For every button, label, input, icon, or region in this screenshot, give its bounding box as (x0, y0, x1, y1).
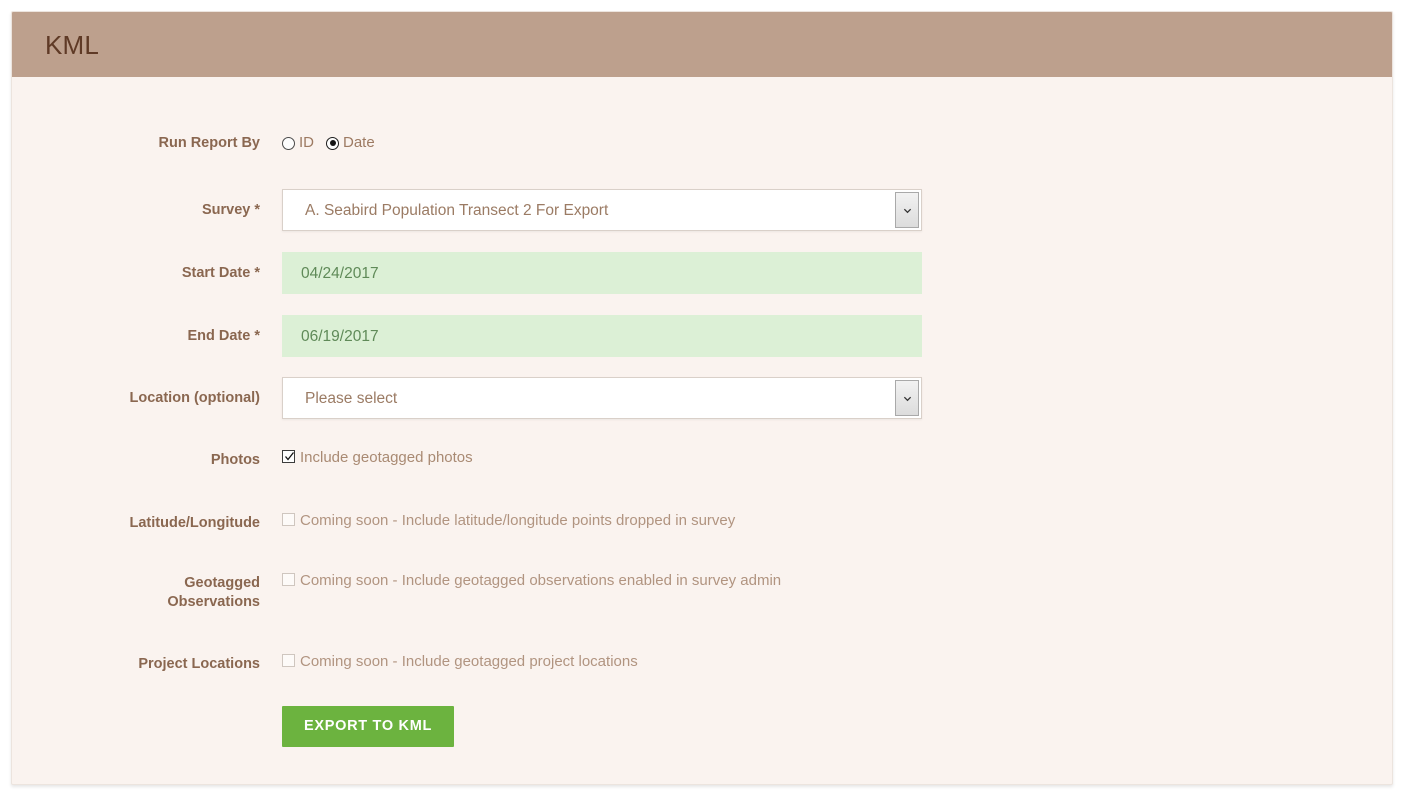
checkmark-icon (285, 452, 295, 461)
geotagged-observations-checkbox-input[interactable] (282, 573, 295, 586)
location-select-value: Please select (305, 390, 398, 407)
survey-select-toggle[interactable] (895, 192, 919, 228)
project-locations-checkbox-label: Coming soon - Include geotagged project … (300, 653, 638, 670)
project-locations-checkbox-row[interactable]: Coming soon - Include geotagged project … (282, 652, 638, 672)
lat-long-checkbox-row[interactable]: Coming soon - Include latitude/longitude… (282, 511, 735, 531)
kml-export-panel: KML Run Report By ID Date Survey * A. Se… (11, 11, 1393, 785)
radio-id-label: ID (299, 134, 314, 151)
chevron-down-icon (903, 208, 911, 213)
panel-header: KML (12, 12, 1392, 77)
geotagged-observations-label: Geotagged Observations (12, 574, 260, 612)
lat-long-label: Latitude/Longitude (129, 515, 260, 531)
location-label: Location (optional) (129, 390, 260, 406)
photos-checkbox-input[interactable] (282, 450, 295, 463)
export-to-kml-button[interactable]: EXPORT TO KML (282, 706, 455, 747)
photos-checkbox-row[interactable]: Include geotagged photos (282, 448, 473, 468)
chevron-down-icon (903, 396, 911, 401)
run-report-by-radio-group: ID Date (282, 132, 387, 154)
radio-option-id[interactable]: ID (282, 134, 314, 152)
photos-label: Photos (210, 452, 260, 468)
survey-select[interactable]: A. Seabird Population Transect 2 For Exp… (282, 189, 922, 231)
geotagged-observations-checkbox-label: Coming soon - Include geotagged observat… (300, 572, 782, 589)
radio-id-input[interactable] (282, 136, 295, 150)
photos-checkbox-label: Include geotagged photos (300, 449, 473, 466)
end-date-label: End Date * (187, 328, 260, 344)
location-select[interactable]: Please select (282, 377, 922, 419)
end-date-input[interactable]: 06/19/2017 (282, 315, 922, 357)
radio-date-input[interactable] (326, 136, 339, 150)
start-date-input[interactable]: 04/24/2017 (282, 252, 922, 294)
start-date-label: Start Date * (181, 265, 260, 281)
radio-date-label: Date (343, 134, 375, 151)
survey-label: Survey * (201, 202, 260, 218)
location-select-toggle[interactable] (895, 380, 919, 416)
lat-long-checkbox-input[interactable] (282, 513, 295, 526)
project-locations-checkbox-input[interactable] (282, 654, 295, 667)
geotagged-observations-label-line2: Observations (167, 594, 260, 610)
page-title: KML (45, 30, 100, 60)
run-report-by-label: Run Report By (158, 135, 261, 151)
kml-export-form: Run Report By ID Date Survey * A. Seabir… (12, 77, 1392, 784)
screenshot-root: KML Run Report By ID Date Survey * A. Se… (0, 0, 1404, 800)
geotagged-observations-checkbox-row[interactable]: Coming soon - Include geotagged observat… (282, 571, 781, 591)
lat-long-checkbox-label: Coming soon - Include latitude/longitude… (300, 512, 736, 529)
radio-option-date[interactable]: Date (326, 134, 375, 152)
project-locations-label: Project Locations (138, 656, 260, 672)
survey-select-value: A. Seabird Population Transect 2 For Exp… (305, 202, 609, 219)
geotagged-observations-label-line1: Geotagged (184, 575, 260, 591)
